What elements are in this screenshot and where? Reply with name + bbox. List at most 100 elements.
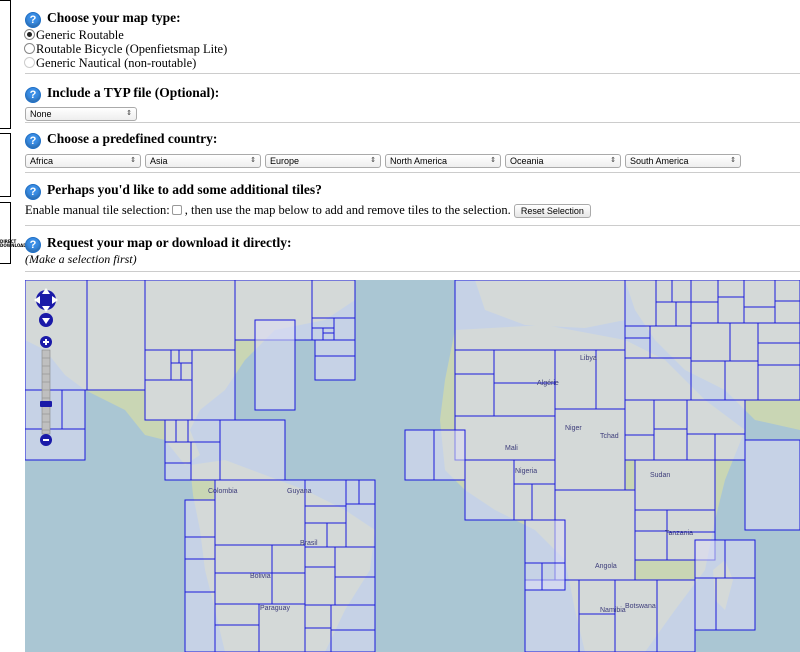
map-tile[interactable] — [304, 604, 332, 629]
map-tile[interactable] — [187, 419, 221, 443]
map-tile[interactable] — [634, 530, 668, 561]
map-tile[interactable] — [322, 327, 335, 334]
map-tile[interactable] — [653, 428, 688, 461]
map-tile[interactable] — [330, 629, 376, 652]
map-tile[interactable] — [191, 349, 236, 421]
map-tile[interactable] — [531, 483, 556, 521]
select-asia[interactable]: Asia ⇕ — [145, 154, 261, 169]
map-tile[interactable] — [184, 536, 216, 560]
map-tile[interactable] — [184, 499, 216, 538]
map-tile[interactable] — [61, 389, 86, 430]
map-tile[interactable] — [454, 349, 495, 375]
manual-tile-checkbox[interactable] — [171, 205, 182, 215]
map-tile[interactable] — [624, 434, 655, 461]
select-africa[interactable]: Africa ⇕ — [25, 154, 141, 169]
map-tile[interactable] — [464, 459, 515, 521]
map-tile[interactable] — [724, 360, 759, 401]
map-tile[interactable] — [304, 627, 332, 652]
map-tile[interactable] — [144, 379, 193, 421]
reset-selection-button[interactable]: Reset Selection — [513, 204, 591, 219]
map-tile[interactable] — [170, 362, 182, 381]
help-icon[interactable]: ? — [25, 184, 41, 200]
map-tile[interactable] — [724, 539, 756, 579]
map-tile[interactable] — [454, 373, 495, 417]
map-tile[interactable] — [524, 579, 580, 652]
map-tile[interactable] — [694, 539, 726, 579]
map-tile[interactable] — [524, 562, 543, 591]
map-tile[interactable] — [404, 429, 435, 481]
map-tile[interactable] — [164, 462, 192, 481]
map-tile[interactable] — [744, 439, 800, 531]
map-tile[interactable] — [690, 301, 719, 324]
help-icon[interactable]: ? — [25, 133, 41, 149]
map-tile[interactable] — [314, 339, 356, 357]
map-tile[interactable] — [649, 325, 692, 359]
map-tile[interactable] — [254, 319, 296, 411]
map-tile[interactable] — [743, 280, 776, 308]
map-tile[interactable] — [624, 337, 651, 359]
map-tile[interactable] — [304, 505, 347, 524]
map-tile[interactable] — [686, 399, 746, 435]
map-tile[interactable] — [653, 399, 688, 430]
map-tile[interactable] — [655, 280, 673, 303]
map-tile[interactable] — [624, 399, 655, 436]
map-tile[interactable] — [634, 459, 716, 511]
select-south-america[interactable]: South America ⇕ — [625, 154, 741, 169]
map-tile[interactable] — [715, 577, 756, 631]
help-icon[interactable]: ? — [25, 87, 41, 103]
map-tile[interactable] — [322, 332, 335, 341]
map-tile[interactable] — [304, 566, 336, 606]
map-tile[interactable] — [271, 544, 306, 574]
map-tile[interactable] — [554, 408, 626, 491]
map-tile[interactable] — [493, 349, 556, 384]
select-europe[interactable]: Europe ⇕ — [265, 154, 381, 169]
map-tile[interactable] — [311, 280, 356, 319]
map-tile[interactable] — [330, 604, 376, 631]
map-tile[interactable] — [345, 503, 376, 548]
radio-generic-routable[interactable]: Generic Routable — [24, 28, 800, 42]
map-tile[interactable] — [184, 558, 216, 593]
map-tile[interactable] — [656, 579, 696, 652]
map-tile[interactable] — [86, 280, 146, 391]
map-tile[interactable] — [757, 364, 800, 401]
map-tile[interactable] — [180, 362, 193, 381]
map-tile[interactable] — [333, 317, 356, 341]
typ-select[interactable]: None ⇕ — [25, 107, 137, 122]
map-tile[interactable] — [690, 322, 731, 362]
map-tile[interactable] — [311, 317, 335, 329]
select-oceania[interactable]: Oceania ⇕ — [505, 154, 621, 169]
map-tile[interactable] — [214, 603, 260, 626]
map-tile[interactable] — [311, 327, 324, 341]
map-tile[interactable] — [757, 342, 800, 366]
map-tile[interactable] — [164, 419, 177, 443]
map-tile[interactable] — [743, 306, 776, 324]
map-tile[interactable] — [144, 349, 172, 381]
map-tile[interactable] — [595, 349, 626, 410]
map-canvas[interactable]: Algérie Libya Niger Tchad Mali Nigeria Brasil B… — [25, 280, 800, 652]
map-tile[interactable] — [717, 280, 745, 298]
map-tile[interactable] — [666, 509, 716, 533]
map-tile[interactable] — [144, 280, 236, 351]
zoom-slider-track[interactable] — [41, 349, 51, 435]
map-tile[interactable] — [190, 441, 221, 481]
map-tile[interactable] — [170, 349, 180, 364]
map-tile[interactable] — [541, 562, 566, 591]
map-tile[interactable] — [690, 360, 726, 401]
zoom-slider-handle[interactable] — [40, 401, 52, 407]
map-tile[interactable] — [214, 544, 273, 574]
map-tile[interactable] — [454, 280, 626, 351]
map-tile[interactable] — [345, 479, 360, 505]
map-tile[interactable] — [493, 382, 556, 417]
map-tile[interactable] — [624, 280, 657, 327]
map-tile[interactable] — [219, 419, 286, 481]
map-tile[interactable] — [774, 300, 800, 324]
tile-grid[interactable] — [25, 280, 800, 652]
pan-zoom-control[interactable] — [31, 286, 61, 456]
map-tile[interactable] — [757, 322, 800, 344]
map-tile[interactable] — [334, 546, 376, 578]
map-tile[interactable] — [694, 577, 717, 631]
map-tile[interactable] — [717, 296, 745, 324]
map-tile[interactable] — [524, 519, 566, 564]
map-tile[interactable] — [454, 415, 556, 461]
map-tile[interactable] — [675, 301, 692, 327]
